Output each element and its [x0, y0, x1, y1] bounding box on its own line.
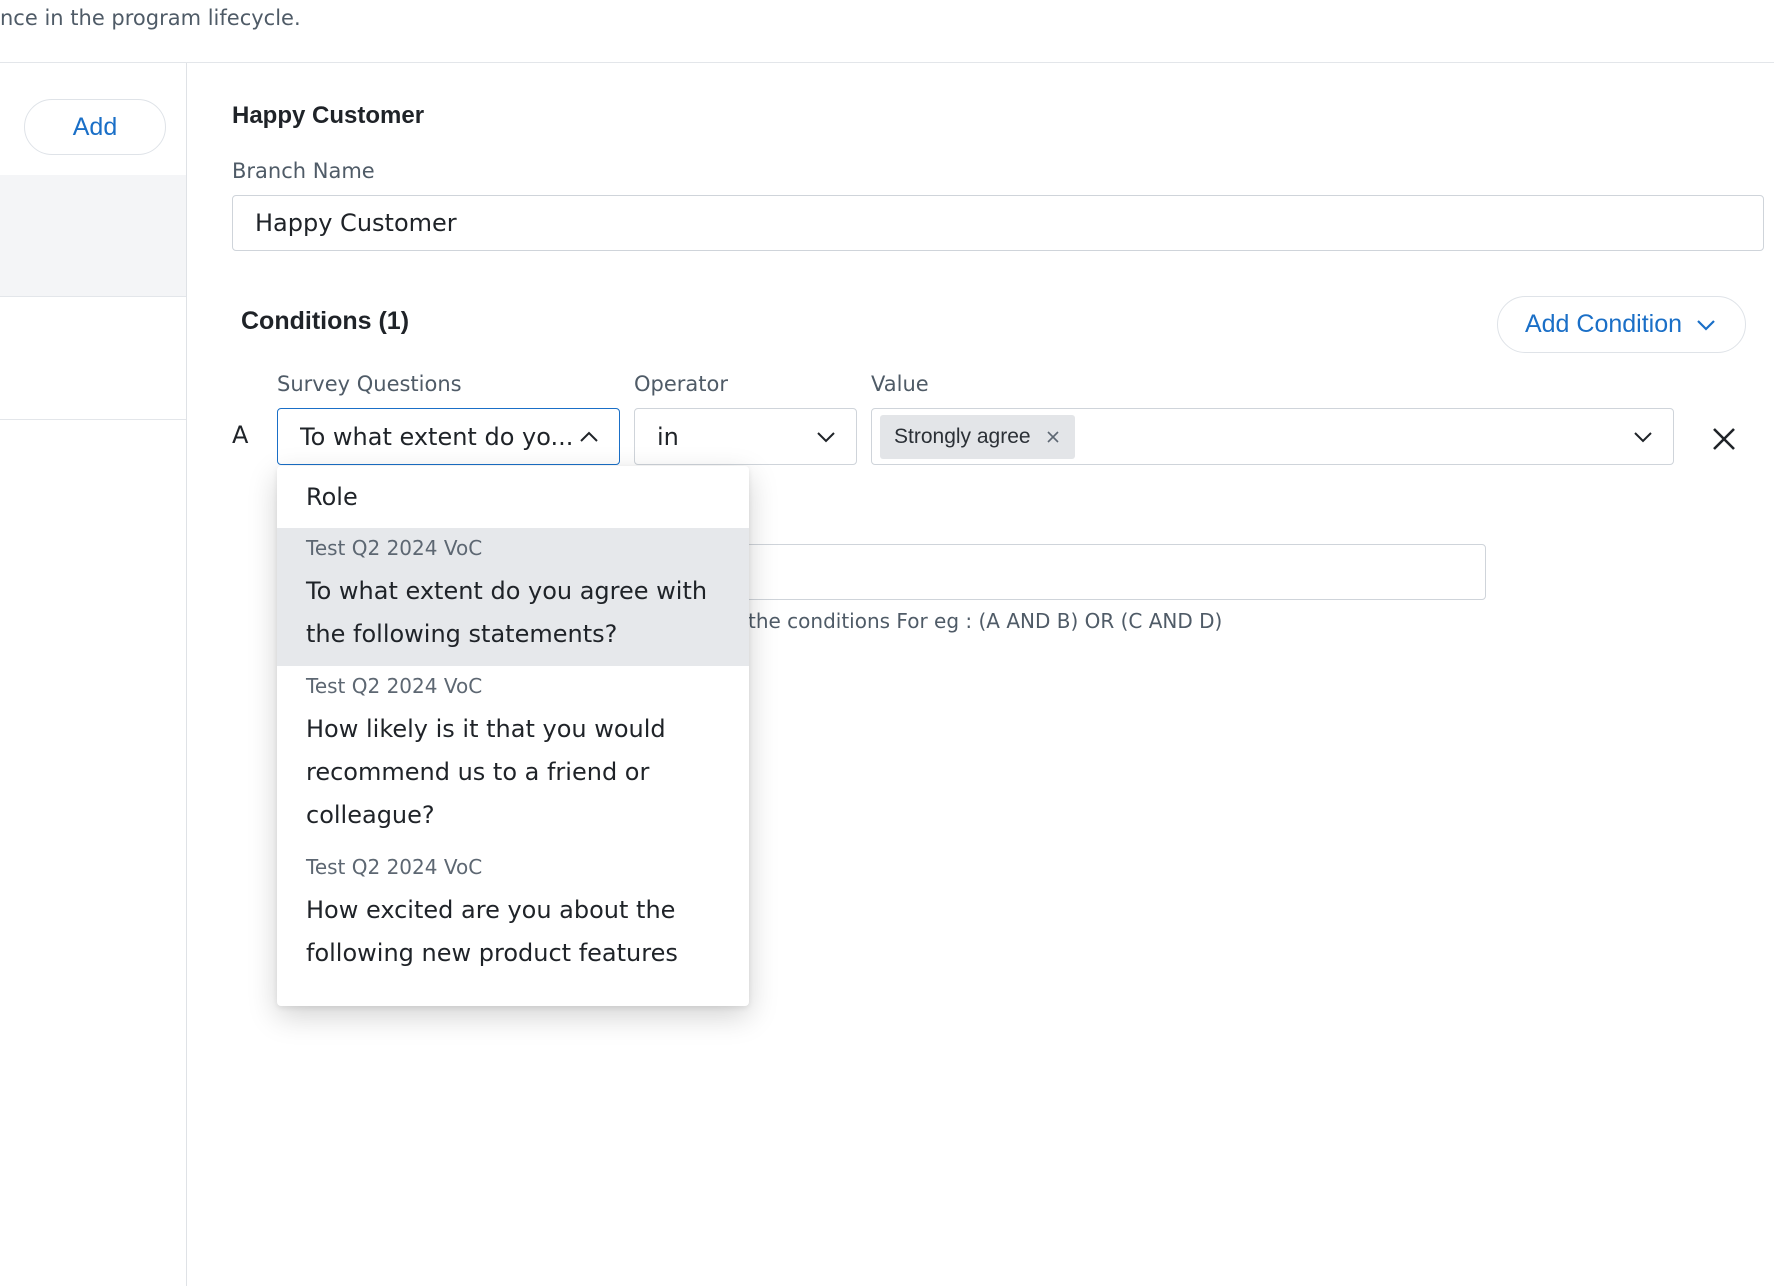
add-branch-button[interactable]: Add [24, 99, 166, 155]
operator-select[interactable]: in [634, 408, 857, 465]
survey-questions-label: Survey Questions [277, 372, 462, 396]
dropdown-option[interactable]: Test Q2 2024 VoC How likely is it that y… [277, 666, 749, 847]
branch-list-item-active[interactable] [0, 175, 186, 297]
add-condition-button[interactable]: Add Condition [1497, 296, 1746, 353]
branch-name-label: Branch Name [232, 159, 375, 183]
condition-expression-input[interactable] [745, 544, 1486, 600]
dropdown-option[interactable]: Test Q2 2024 VoC How excited are you abo… [277, 847, 749, 985]
value-chip: Strongly agree [880, 414, 1075, 459]
survey-question-selected: To what extent do yo... [300, 422, 574, 451]
branch-name-input[interactable]: Happy Customer [232, 195, 1764, 251]
operator-label: Operator [634, 372, 728, 396]
close-icon[interactable] [1710, 425, 1738, 453]
option-source: Test Q2 2024 VoC [306, 536, 483, 560]
survey-question-select[interactable]: To what extent do yo... [277, 408, 620, 465]
option-label: Role [306, 483, 358, 511]
value-chip-label: Strongly agree [894, 424, 1031, 448]
chevron-down-icon [817, 431, 835, 442]
survey-question-dropdown: Role Test Q2 2024 VoC To what extent do … [277, 466, 749, 1006]
operator-selected: in [657, 422, 679, 451]
option-label: How likely is it that you would recommen… [306, 715, 666, 829]
condition-letter: A [232, 421, 249, 449]
condition-expression-hint: the conditions For eg : (A AND B) OR (C … [748, 609, 1223, 633]
chevron-down-icon [1697, 319, 1715, 331]
dropdown-option[interactable]: Role [277, 466, 749, 528]
chip-remove-icon[interactable] [1045, 429, 1061, 445]
add-condition-label: Add Condition [1524, 310, 1683, 338]
page-description: nce in the program lifecycle. [0, 6, 301, 30]
value-select[interactable]: Strongly agree [871, 408, 1674, 465]
option-label: To what extent do you agree with the fol… [306, 577, 708, 648]
chevron-down-icon [1634, 431, 1652, 442]
branch-list-item[interactable] [0, 297, 186, 420]
option-label: How excited are you about the following … [306, 896, 678, 967]
branch-name-value: Happy Customer [255, 209, 457, 237]
option-source: Test Q2 2024 VoC [306, 855, 483, 879]
chevron-up-icon [580, 431, 598, 442]
branch-title: Happy Customer [232, 102, 425, 129]
value-label: Value [871, 372, 929, 396]
option-source: Test Q2 2024 VoC [306, 674, 483, 698]
header-divider [0, 62, 1774, 63]
dropdown-option-selected[interactable]: Test Q2 2024 VoC To what extent do you a… [277, 528, 749, 666]
conditions-title: Conditions (1) [241, 307, 410, 335]
